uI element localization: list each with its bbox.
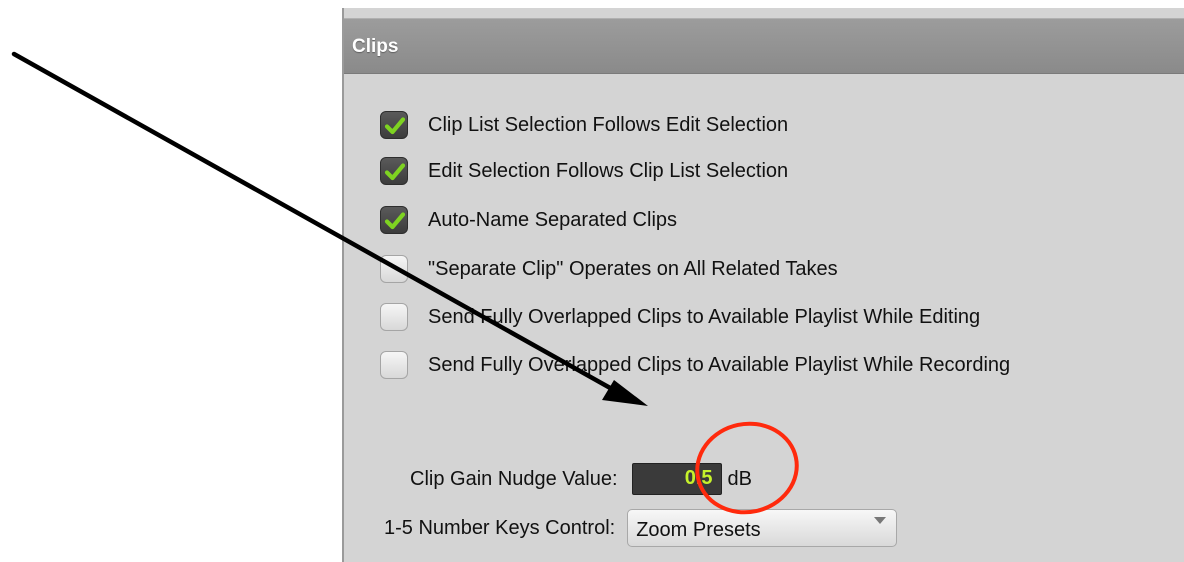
number-keys-dropdown[interactable]: Zoom Presets (627, 509, 898, 547)
option-label: "Separate Clip" Operates on All Related … (428, 257, 838, 280)
checkbox-unchecked[interactable] (380, 303, 408, 331)
option-label: Send Fully Overlapped Clips to Available… (428, 353, 1011, 376)
clips-preferences-panel: Clips Clip List Selection Follows Edit S… (342, 8, 1184, 562)
unit-label: dB (727, 467, 752, 490)
chevron-down-icon (874, 517, 887, 524)
clip-gain-nudge-label: Clip Gain Nudge Value: (410, 467, 618, 490)
option-overlapped-editing[interactable]: Send Fully Overlapped Clips to Available… (380, 301, 980, 333)
option-edit-follows-clip-list[interactable]: Edit Selection Follows Clip List Selecti… (380, 155, 788, 187)
dropdown-value: Zoom Presets (636, 519, 761, 541)
option-separate-clip-all-takes[interactable]: "Separate Clip" Operates on All Related … (380, 253, 838, 285)
option-overlapped-recording[interactable]: Send Fully Overlapped Clips to Available… (380, 349, 1010, 381)
checkbox-checked[interactable] (380, 206, 408, 234)
number-keys-label: 1-5 Number Keys Control: (384, 516, 616, 539)
checkmark-icon (384, 163, 406, 181)
number-keys-row: 1-5 Number Keys Control: Zoom Presets (384, 509, 898, 547)
panel-title: Clips (352, 36, 399, 57)
clip-gain-nudge-row: Clip Gain Nudge Value: 0.5 dB (410, 463, 752, 495)
checkbox-unchecked[interactable] (380, 255, 408, 283)
checkbox-checked[interactable] (380, 111, 408, 139)
option-label: Auto-Name Separated Clips (428, 208, 678, 231)
option-auto-name-separated[interactable]: Auto-Name Separated Clips (380, 204, 677, 236)
checkbox-unchecked[interactable] (380, 351, 408, 379)
option-label: Edit Selection Follows Clip List Selecti… (428, 159, 789, 182)
clip-gain-nudge-input[interactable]: 0.5 (631, 463, 722, 495)
panel-header: Clips (344, 18, 1184, 74)
checkmark-icon (384, 212, 406, 230)
option-label: Send Fully Overlapped Clips to Available… (428, 305, 981, 328)
option-label: Clip List Selection Follows Edit Selecti… (428, 113, 789, 136)
checkbox-checked[interactable] (380, 157, 408, 185)
option-clip-list-follows-edit[interactable]: Clip List Selection Follows Edit Selecti… (380, 109, 788, 141)
checkmark-icon (384, 117, 406, 135)
